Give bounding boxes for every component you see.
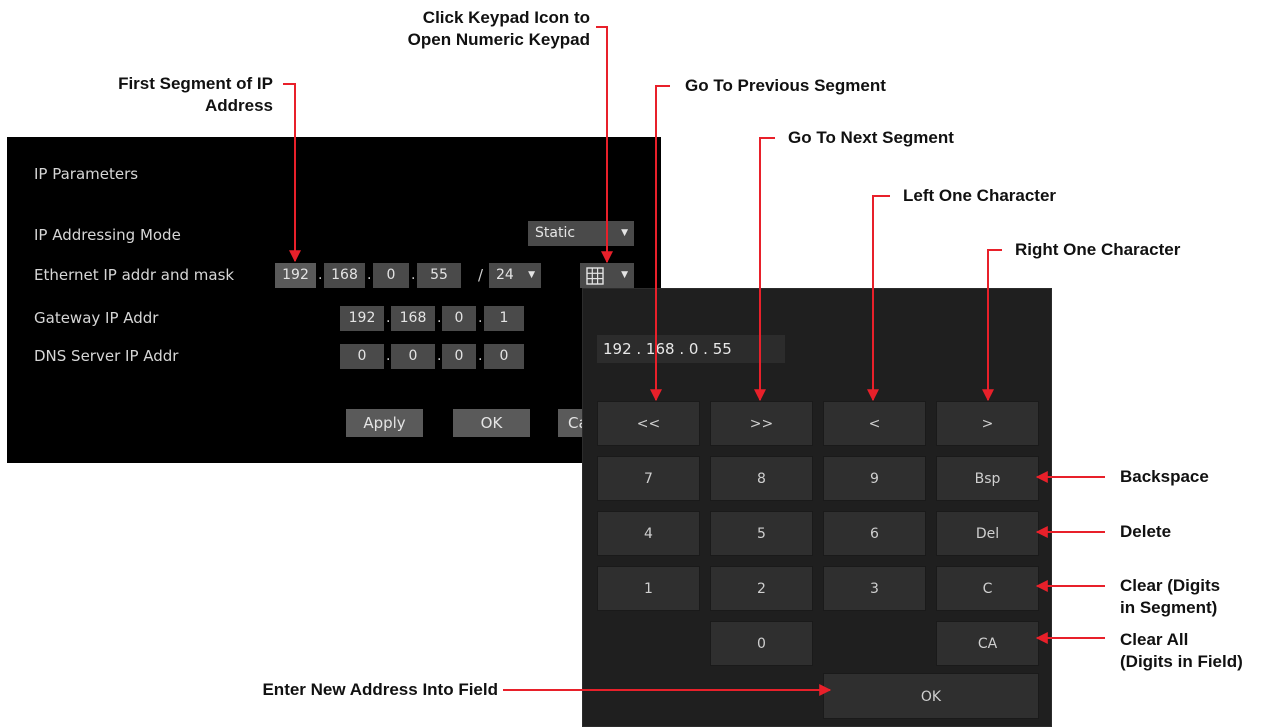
arrow-prev-segment [650, 85, 670, 402]
callout-next-segment: Go To Next Segment [788, 128, 954, 147]
callout-backspace: Backspace [1120, 467, 1209, 486]
callout-delete: Delete [1120, 522, 1172, 541]
callout-first-segment: First Segment of IP Address [118, 73, 273, 117]
callout-line: Click Keypad Icon to [422, 8, 590, 27]
arrow-first-segment [283, 83, 301, 263]
callout-prev-segment: Go To Previous Segment [685, 76, 886, 95]
callout-line: First Segment of IP [118, 74, 273, 93]
callout-click-keypad: Click Keypad Icon to Open Numeric Keypad [408, 7, 590, 51]
arrow-right-char [982, 249, 1002, 402]
callout-clear-all: Clear All (Digits in Field) [1120, 629, 1243, 673]
callout-line: Clear All [1120, 630, 1189, 649]
callout-line: Clear (Digits [1120, 576, 1221, 595]
callout-line: (Digits in Field) [1120, 652, 1243, 671]
callout-enter-new-address: Enter New Address Into Field [262, 680, 498, 699]
callout-line: Open Numeric Keypad [407, 30, 590, 49]
callout-clear: Clear (Digits in Segment) [1120, 575, 1220, 619]
arrow-next-segment [754, 137, 775, 402]
callout-left-char: Left One Character [903, 186, 1057, 205]
arrow-left-char [867, 195, 890, 402]
arrow-keypad-icon [596, 26, 613, 264]
callout-line: Address [204, 96, 273, 115]
callout-right-char: Right One Character [1015, 240, 1181, 259]
callout-line: in Segment) [1120, 598, 1218, 617]
